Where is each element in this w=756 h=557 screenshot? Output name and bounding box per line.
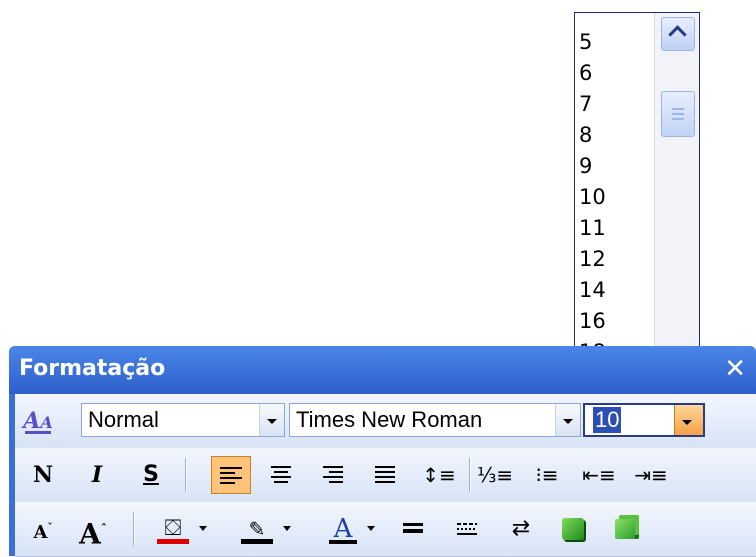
decrease-indent-icon: ⇤≡ <box>582 463 616 487</box>
font-size-option[interactable]: 6 <box>579 58 653 89</box>
grow-font-button[interactable]: Aˆ <box>75 510 111 551</box>
dash-style-icon <box>457 523 477 541</box>
font-size-option[interactable]: 8 <box>579 120 653 151</box>
separator <box>185 458 187 492</box>
font-size-combobox[interactable]: 10 <box>583 403 705 437</box>
arrow-style-icon: ⇄ <box>511 516 531 541</box>
formatting-toolbar: Formatação ✕ AA Normal Times New Roman 1… <box>9 346 756 557</box>
align-center-icon <box>271 466 291 484</box>
align-right-button[interactable] <box>315 456 351 494</box>
increase-indent-button[interactable]: ⇥≡ <box>633 456 669 494</box>
line-style-button[interactable] <box>395 510 431 548</box>
font-size-option[interactable]: 5 <box>579 27 653 58</box>
line-style-icon <box>403 523 423 541</box>
chevron-down-icon[interactable] <box>674 405 703 435</box>
styles-icon[interactable]: AA <box>21 404 55 438</box>
font-size-option[interactable]: 14 <box>579 275 653 306</box>
font-size-option[interactable]: 12 <box>579 244 653 275</box>
paintbrush-icon: ✎ <box>248 517 266 541</box>
font-value: Times New Roman <box>296 407 483 432</box>
font-size-option[interactable]: 9 <box>579 151 653 182</box>
toolbar-title: Formatação <box>19 356 166 381</box>
font-combobox[interactable]: Times New Roman <box>289 403 581 437</box>
font-size-option[interactable]: 16 <box>579 306 653 337</box>
chevron-down-icon[interactable] <box>259 404 284 436</box>
font-size-option[interactable]: 7 <box>579 89 653 120</box>
font-size-list[interactable]: 5 6 7 8 9 10 11 12 14 16 18 20 <box>574 12 700 392</box>
shadow-style-button[interactable] <box>555 510 591 548</box>
arrow-style-button[interactable]: ⇄ <box>503 510 539 548</box>
style-value: Normal <box>88 407 159 432</box>
align-right-icon <box>323 466 343 484</box>
line-color-swatch <box>241 539 273 544</box>
justify-button[interactable] <box>367 456 403 494</box>
fill-color-swatch <box>157 539 189 544</box>
font-size-option[interactable]: 10 <box>579 182 653 213</box>
chevron-down-icon[interactable] <box>283 526 291 531</box>
3d-style-icon <box>615 519 635 539</box>
italic-button[interactable]: I <box>79 456 115 494</box>
toolbar-row-paragraph: N I S ↕≡ ⅓≡ ⁝≡ ⇤≡ ⇥≡ <box>15 448 756 503</box>
font-size-value: 10 <box>593 407 622 433</box>
increase-indent-icon: ⇥≡ <box>634 463 668 487</box>
separator <box>133 512 135 546</box>
numbered-list-icon: ⅓≡ <box>477 463 514 487</box>
line-color-button[interactable]: ✎ <box>239 510 275 548</box>
shadow-style-icon <box>562 518 584 540</box>
chevron-down-icon[interactable] <box>367 526 375 531</box>
justify-icon <box>375 466 395 484</box>
scroll-up-button[interactable] <box>661 17 695 51</box>
dash-style-button[interactable] <box>449 510 485 548</box>
close-icon[interactable]: ✕ <box>724 356 746 382</box>
3d-style-button[interactable] <box>607 510 643 548</box>
decrease-indent-button[interactable]: ⇤≡ <box>581 456 617 494</box>
grow-font-icon: A <box>79 517 101 551</box>
underline-button[interactable]: S <box>133 456 169 494</box>
chevron-down-icon[interactable] <box>199 526 207 531</box>
align-left-button[interactable] <box>211 456 251 494</box>
line-spacing-icon: ↕≡ <box>422 463 456 487</box>
font-color-button[interactable]: A <box>325 510 361 548</box>
font-color-swatch <box>329 540 357 544</box>
style-combobox[interactable]: Normal <box>81 403 285 437</box>
shrink-font-icon: A <box>33 522 48 543</box>
paint-bucket-icon: ⛋ <box>164 516 182 541</box>
align-left-icon <box>220 467 242 485</box>
scroll-thumb[interactable] <box>661 91 695 137</box>
bulleted-list-icon: ⁝≡ <box>535 463 559 487</box>
chevron-down-icon[interactable] <box>555 404 580 436</box>
toolbar-row-font: AA Normal Times New Roman 10 <box>15 394 756 449</box>
bullets-button[interactable]: ⁝≡ <box>529 456 565 494</box>
separator <box>469 458 471 492</box>
shrink-font-button[interactable]: Aˇ <box>25 510 61 548</box>
font-size-option[interactable]: 11 <box>579 213 653 244</box>
font-size-list-scrollbar[interactable] <box>654 13 699 389</box>
line-spacing-button[interactable]: ↕≡ <box>421 456 457 494</box>
bold-button[interactable]: N <box>25 456 61 494</box>
toolbar-titlebar[interactable]: Formatação ✕ <box>9 346 756 394</box>
toolbar-row-colors: Aˇ Aˆ ⛋ ✎ A ⇄ <box>15 502 756 557</box>
numbering-button[interactable]: ⅓≡ <box>477 456 513 494</box>
align-center-button[interactable] <box>263 456 299 494</box>
fill-color-button[interactable]: ⛋ <box>155 510 191 548</box>
